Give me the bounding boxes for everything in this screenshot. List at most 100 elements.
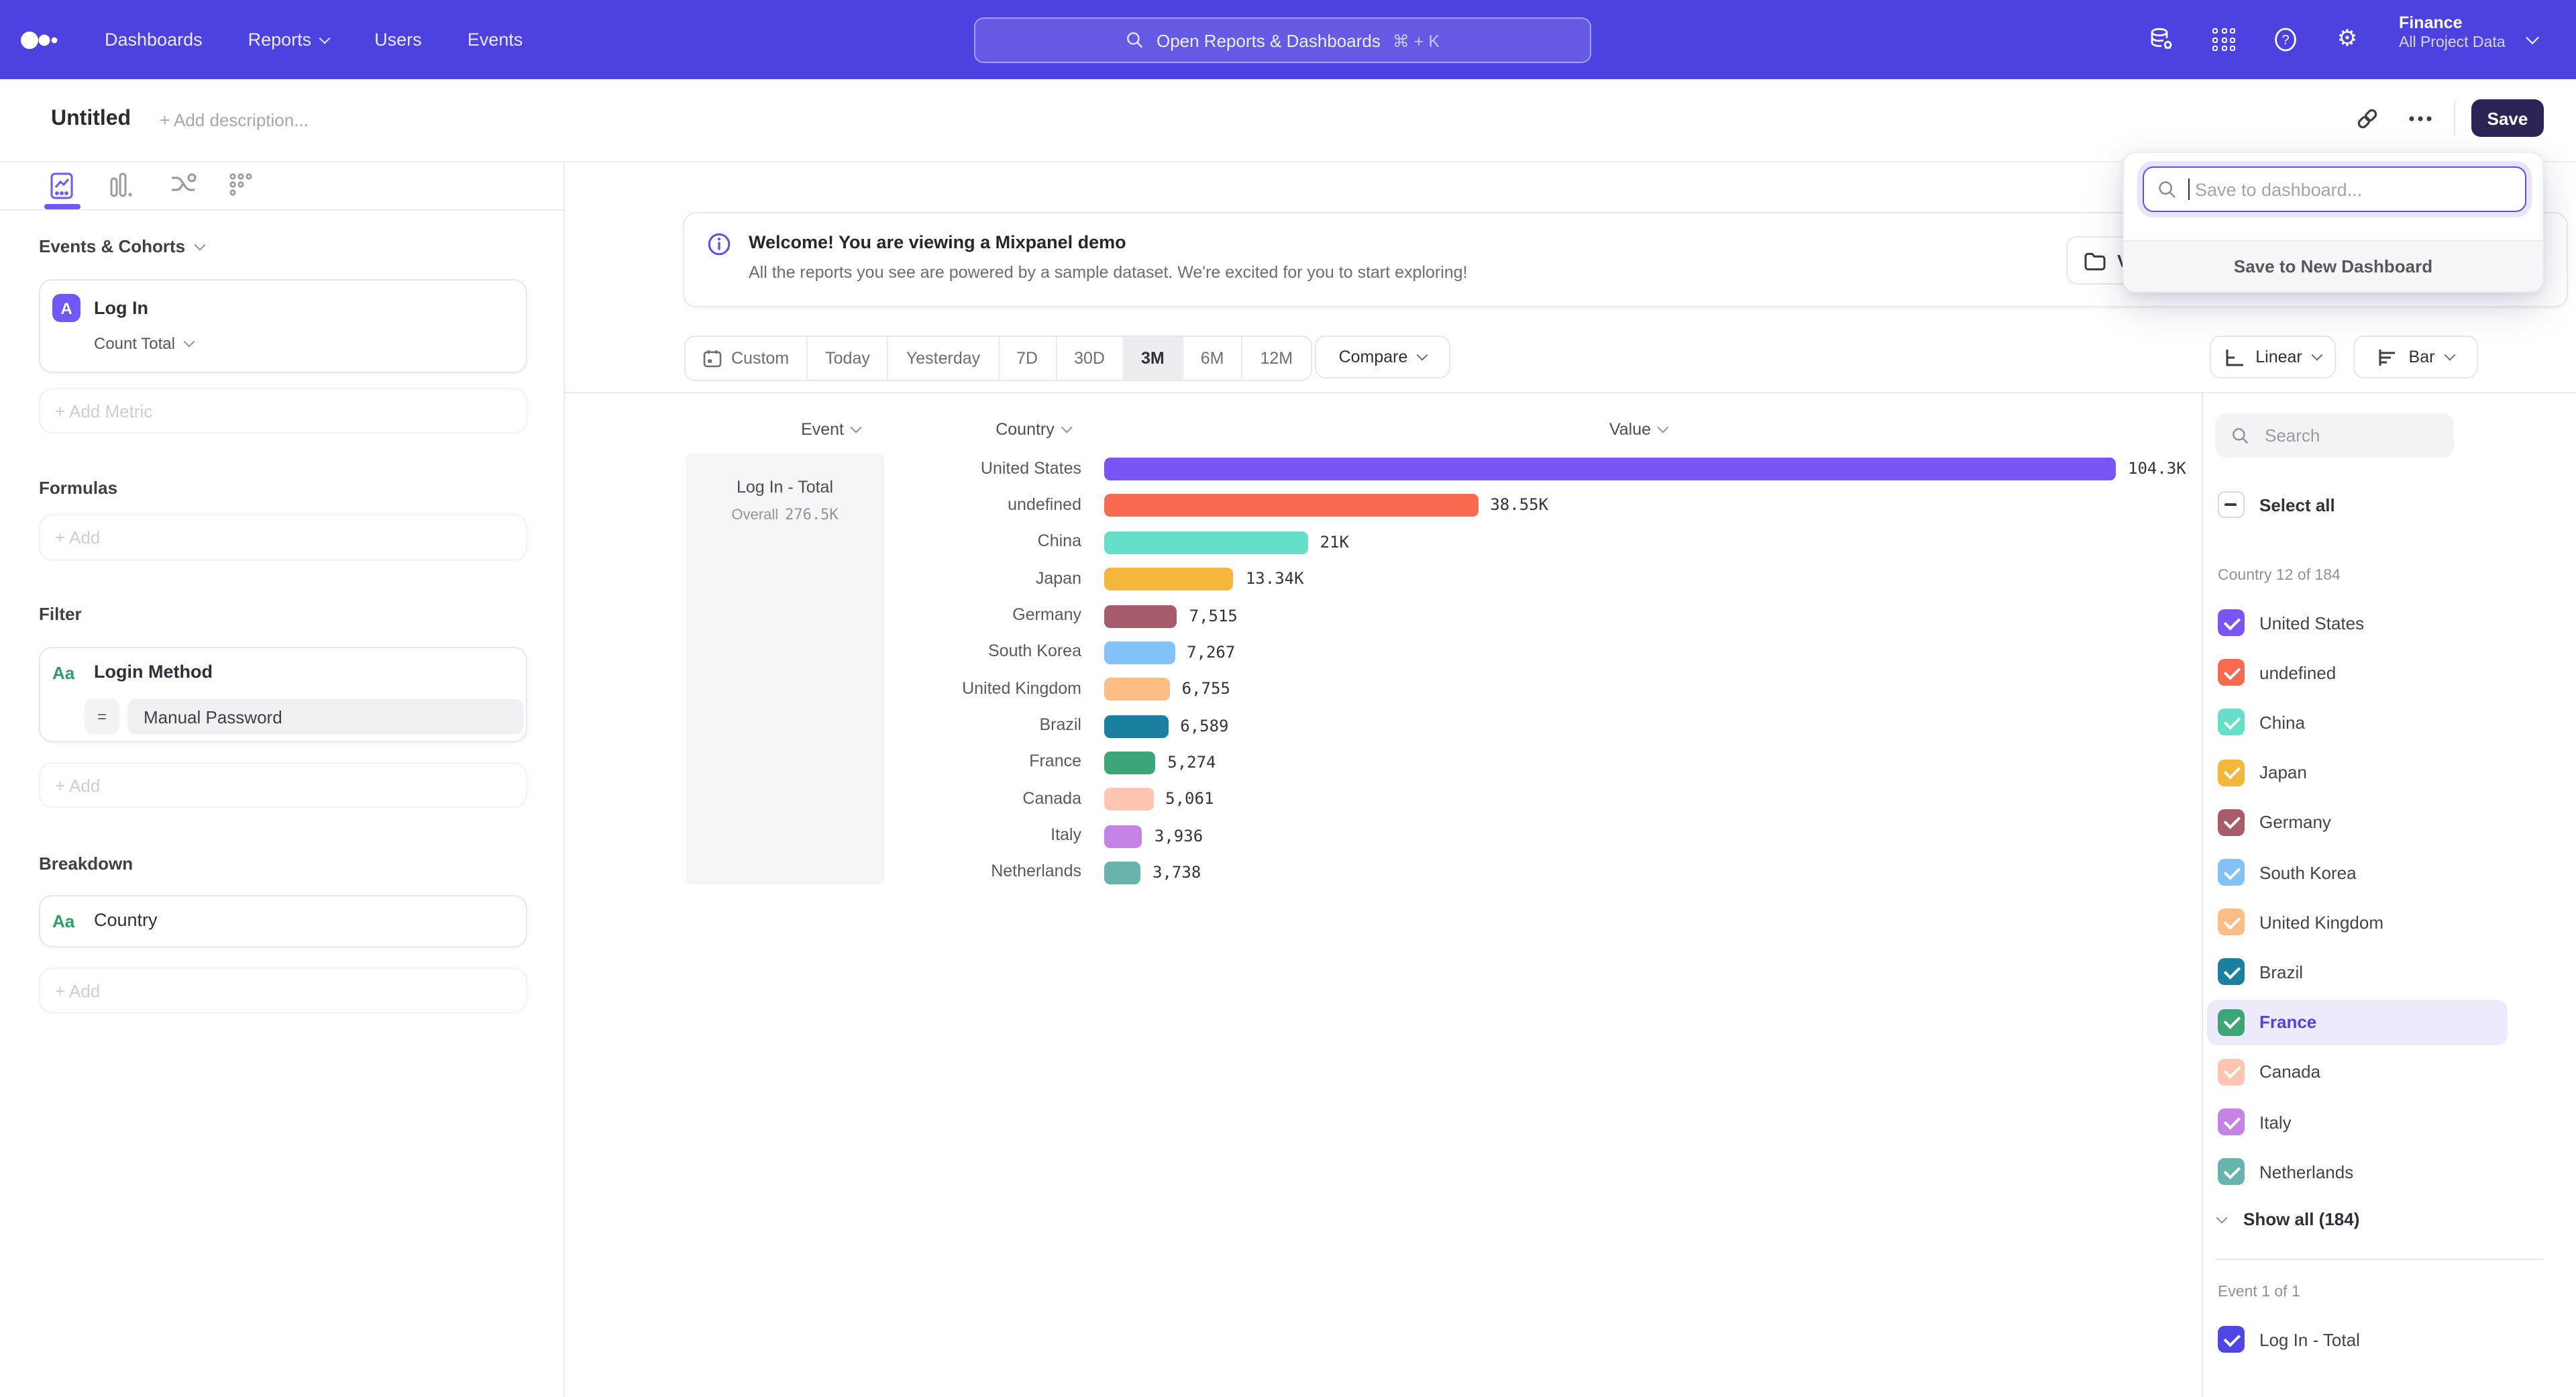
save-to-new-dashboard-button[interactable]: Save to New Dashboard — [2124, 240, 2542, 291]
country-row-china[interactable]: China — [2207, 700, 2508, 745]
nav-item-users[interactable]: Users — [374, 30, 422, 50]
filter-card-login-method[interactable]: Aa Login Method = Manual Password — [39, 647, 527, 742]
breakdown-card-country[interactable]: Aa Country — [39, 895, 527, 947]
date-range-12m[interactable]: 12M — [1242, 337, 1311, 380]
country-checkbox[interactable] — [2218, 1108, 2245, 1135]
date-range-7d[interactable]: 7D — [998, 337, 1055, 380]
country-row-canada[interactable]: Canada — [2207, 1049, 2508, 1095]
country-row-netherlands[interactable]: Netherlands — [2207, 1149, 2508, 1194]
compare-button[interactable]: Compare — [1315, 335, 1450, 378]
metric-card-log-in[interactable]: A Log In Count Total — [39, 279, 527, 373]
column-header-country[interactable]: Country — [996, 420, 1071, 439]
chart-type-button[interactable]: Bar — [2353, 335, 2478, 378]
bar-china[interactable] — [1104, 531, 1308, 554]
bar-brazil[interactable] — [1104, 715, 1168, 737]
event-filter-row[interactable]: Log In - Total — [2207, 1316, 2508, 1362]
bar-united-kingdom[interactable] — [1104, 678, 1170, 701]
search-icon — [2231, 426, 2250, 445]
country-row-undefined[interactable]: undefined — [2207, 650, 2508, 695]
save-button[interactable]: Save — [2471, 99, 2544, 137]
bar-united-states[interactable] — [1104, 458, 2116, 480]
metric-aggregation[interactable]: Count Total — [94, 334, 193, 353]
date-range-custom[interactable]: Custom — [686, 337, 806, 380]
save-dashboard-input[interactable] — [2192, 178, 2506, 201]
country-checkbox[interactable] — [2218, 709, 2245, 736]
bar-south-korea[interactable] — [1104, 641, 1175, 664]
help-icon[interactable]: ? — [2273, 27, 2298, 52]
date-range-30d[interactable]: 30D — [1055, 337, 1122, 380]
show-all-button[interactable]: Show all (184) — [2218, 1209, 2359, 1229]
add-description-button[interactable]: + Add description... — [160, 110, 309, 130]
country-checkbox[interactable] — [2218, 759, 2245, 786]
nav-item-events[interactable]: Events — [468, 30, 523, 50]
country-row-united-states[interactable]: United States — [2207, 600, 2508, 645]
tab-insights-icon[interactable] — [50, 172, 76, 199]
events-cohorts-header[interactable]: Events & Cohorts — [39, 236, 204, 256]
mixpanel-logo-icon[interactable] — [20, 27, 66, 54]
country-row-japan[interactable]: Japan — [2207, 749, 2508, 795]
nav-item-dashboards[interactable]: Dashboards — [105, 30, 203, 50]
date-range-3m[interactable]: 3M — [1122, 337, 1182, 380]
segment-search-input[interactable] — [2262, 424, 2428, 447]
report-title[interactable]: Untitled — [51, 107, 131, 132]
tab-flows-icon[interactable] — [169, 172, 196, 199]
country-checkbox[interactable] — [2218, 659, 2245, 686]
tab-retention-icon[interactable] — [228, 172, 255, 199]
add-breakdown-button[interactable]: + Add — [39, 968, 527, 1013]
country-checkbox[interactable] — [2218, 1059, 2245, 1086]
date-range-today[interactable]: Today — [806, 337, 888, 380]
apps-grid-icon[interactable] — [2211, 27, 2237, 52]
add-metric-button[interactable]: + Add Metric — [39, 388, 527, 433]
country-row-south-korea[interactable]: South Korea — [2207, 849, 2508, 895]
event-checkbox[interactable] — [2218, 1326, 2245, 1353]
country-row-germany[interactable]: Germany — [2207, 800, 2508, 845]
event-series-cell[interactable]: Log In - Total Overall276.5K — [686, 454, 884, 884]
country-row-france[interactable]: France — [2207, 999, 2508, 1045]
bar-value-label: 104.3K — [2128, 459, 2186, 478]
country-checkbox[interactable] — [2218, 609, 2245, 636]
copy-link-icon[interactable] — [2348, 99, 2385, 137]
report-type-tabs — [0, 162, 564, 211]
country-checkbox[interactable] — [2218, 1158, 2245, 1185]
tab-funnels-icon[interactable] — [109, 172, 136, 199]
bar-japan[interactable] — [1104, 568, 1234, 590]
data-management-icon[interactable] — [2149, 27, 2175, 52]
add-formula-button[interactable]: + Add — [39, 514, 527, 561]
bar-netherlands[interactable] — [1104, 862, 1140, 884]
scale-selector-button[interactable]: Linear — [2210, 335, 2336, 378]
country-checkbox[interactable] — [2218, 859, 2245, 886]
country-checkbox[interactable] — [2218, 1008, 2245, 1035]
filter-value[interactable]: Manual Password — [127, 699, 523, 734]
more-options-icon[interactable] — [2402, 99, 2439, 137]
country-checkbox[interactable] — [2218, 909, 2245, 935]
settings-gear-icon[interactable]: ⚙ — [2334, 27, 2360, 52]
select-all-checkbox[interactable] — [2218, 491, 2245, 518]
bar-canada[interactable] — [1104, 788, 1153, 811]
bar-germany[interactable] — [1104, 605, 1177, 627]
country-row-italy[interactable]: Italy — [2207, 1099, 2508, 1145]
project-chevron-down-icon[interactable] — [2526, 31, 2539, 44]
select-all-row[interactable]: Select all — [2218, 491, 2335, 518]
bar-italy[interactable] — [1104, 825, 1142, 847]
date-range-6m[interactable]: 6M — [1182, 337, 1242, 380]
column-header-event[interactable]: Event — [801, 420, 860, 439]
project-switcher[interactable]: Finance All Project Data — [2399, 13, 2506, 51]
nav-item-reports[interactable]: Reports — [248, 30, 329, 50]
filter-operator[interactable]: = — [85, 699, 119, 734]
overall-label: Overall — [731, 507, 778, 523]
bar-undefined[interactable] — [1104, 495, 1478, 517]
bar-value-label: 21K — [1320, 533, 1349, 552]
country-row-brazil[interactable]: Brazil — [2207, 949, 2508, 995]
global-search[interactable]: Open Reports & Dashboards ⌘ + K — [974, 17, 1591, 63]
column-header-value[interactable]: Value — [1609, 420, 1667, 439]
bar-france[interactable] — [1104, 752, 1155, 774]
date-range-yesterday[interactable]: Yesterday — [888, 337, 998, 380]
add-filter-button[interactable]: + Add — [39, 762, 527, 808]
save-dashboard-search[interactable] — [2143, 166, 2526, 212]
country-checkbox[interactable] — [2218, 959, 2245, 986]
segment-search[interactable] — [2215, 413, 2454, 458]
country-label: Italy — [2259, 1112, 2292, 1132]
bar-category-label: Italy — [832, 825, 1081, 844]
country-checkbox[interactable] — [2218, 809, 2245, 836]
country-row-united-kingdom[interactable]: United Kingdom — [2207, 899, 2508, 945]
